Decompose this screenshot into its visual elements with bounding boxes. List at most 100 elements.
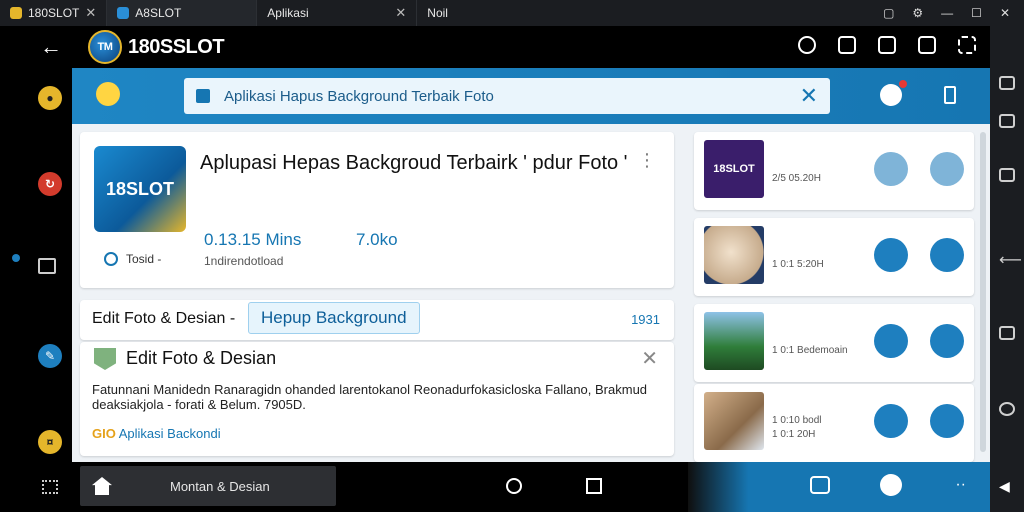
back-arrow-icon[interactable]: ← xyxy=(40,34,62,60)
detail-card: Edit Foto & Desian ✕ Fatunnani Manidedn … xyxy=(80,342,674,456)
bottom-nav: Montan & Desian ·· xyxy=(72,462,990,512)
edit-row-label: Edit Foto & Desian - xyxy=(92,310,236,327)
rail-compass-icon[interactable]: ✎ xyxy=(38,344,62,368)
side-meta: 1 0:10 bodl 1 0:1 20H xyxy=(772,414,822,442)
detail-body: Fatunnani Manidedn Ranaragidn ohanded la… xyxy=(92,382,648,412)
tag-text: Aplikasi Backondi xyxy=(118,426,221,441)
side-meta-line: 1 0:10 bodl xyxy=(772,415,822,426)
camera-icon[interactable] xyxy=(810,476,830,494)
side-meta-line: 2/5 05.20H xyxy=(772,173,821,184)
diamond-icon[interactable] xyxy=(944,86,956,104)
app-icon xyxy=(10,7,22,19)
rail-record-icon[interactable]: ↻ xyxy=(38,172,62,196)
window-button[interactable] xyxy=(930,238,964,272)
settings-icon[interactable]: ⚙ xyxy=(912,6,923,20)
home-button[interactable]: Montan & Desian xyxy=(80,466,336,506)
rotate-icon[interactable] xyxy=(506,478,522,494)
user-icon[interactable] xyxy=(880,474,902,496)
square-icon[interactable] xyxy=(586,478,602,494)
more-icon[interactable]: ·· xyxy=(955,476,966,494)
tab-a8slot[interactable]: A8SLOT xyxy=(107,0,258,26)
size-stat: 7.0ko xyxy=(356,230,398,249)
home-icon xyxy=(92,477,112,495)
side-item[interactable]: 1 0:1 5:20H xyxy=(694,218,974,296)
search-header: Aplikasi Hapus Background Terbaik Foto ✕ xyxy=(72,68,990,124)
scrollbar[interactable] xyxy=(980,132,986,452)
thumb-text: 18SLOT xyxy=(105,178,175,199)
detail-title: Edit Foto & Desian xyxy=(126,348,277,368)
side-item[interactable]: 1 0:10 bodl 1 0:1 20H xyxy=(694,384,974,462)
app-hero-card: 18SLOT Aplupasi Hepas Backgroud Terbairk… xyxy=(80,132,674,288)
more-options-icon[interactable]: ⋮ xyxy=(638,150,656,171)
pin-button[interactable] xyxy=(874,152,908,186)
side-thumb-text: 18SLOT xyxy=(713,163,755,175)
tab-label: A8SLOT xyxy=(135,6,182,20)
right-rail: ⟵ ◀ xyxy=(990,26,1024,512)
left-rail: ● ↻ ✎ ¤ xyxy=(0,68,72,512)
search-label: Tosid - xyxy=(126,252,162,266)
appbar-actions xyxy=(798,36,976,54)
rail-list-icon[interactable] xyxy=(999,168,1015,182)
rail-back-icon[interactable]: ⟵ xyxy=(999,250,1022,269)
side-thumb xyxy=(704,392,764,450)
side-item[interactable]: 1 0:1 Bedemoain xyxy=(694,304,974,382)
search-input[interactable]: Aplikasi Hapus Background Terbaik Foto ✕ xyxy=(184,78,830,114)
close-detail-icon[interactable]: ✕ xyxy=(641,346,658,371)
window-button[interactable] xyxy=(930,324,964,358)
rail-copy-icon[interactable] xyxy=(999,76,1015,90)
bookmark-icon[interactable] xyxy=(838,36,856,54)
app-thumbnail[interactable]: 18SLOT xyxy=(94,146,186,232)
side-meta-line: 1 0:1 Bedemoain xyxy=(772,345,848,356)
window-button[interactable] xyxy=(930,404,964,438)
gift-icon[interactable] xyxy=(918,36,936,54)
tab-180slot[interactable]: 180SLOT ✕ xyxy=(0,0,108,26)
tag-prefix: GIO xyxy=(92,426,116,441)
app-bar: ← TM 180SSLOT xyxy=(0,26,990,68)
rail-play-icon[interactable]: ◀ xyxy=(999,478,1015,494)
user-add-button[interactable] xyxy=(874,324,908,358)
app-logo[interactable]: TM 180SSLOT xyxy=(88,30,225,64)
rail-settings-icon[interactable] xyxy=(999,402,1015,416)
duration-stat: 0.13.15 Mins xyxy=(204,230,302,249)
hero-search-link[interactable]: Tosid - xyxy=(104,252,161,266)
notification-dot xyxy=(899,80,907,88)
window-button[interactable] xyxy=(930,152,964,186)
side-meta: 1 0:1 5:20H xyxy=(772,258,824,272)
rail-folder-icon[interactable] xyxy=(999,114,1015,128)
fullscreen-icon[interactable] xyxy=(958,36,976,54)
bag-icon xyxy=(196,89,210,103)
user-notification-icon[interactable] xyxy=(880,80,907,106)
tab-label: 180SLOT xyxy=(28,6,80,20)
profile-avatar[interactable] xyxy=(96,82,120,106)
detail-tag[interactable]: GIO Aplikasi Backondi xyxy=(92,426,221,441)
close-icon[interactable]: ✕ xyxy=(1000,6,1010,20)
side-meta: 2/5 05.20H xyxy=(772,172,821,186)
side-meta: 1 0:1 Bedemoain xyxy=(772,344,848,358)
home-label: Montan & Desian xyxy=(170,478,270,494)
rail-screen-icon[interactable] xyxy=(999,326,1015,340)
background-chip[interactable]: Hepup Background xyxy=(248,302,420,334)
close-tab-icon[interactable]: ✕ xyxy=(395,5,406,21)
share-icon[interactable] xyxy=(878,36,896,54)
window-icon[interactable]: ▢ xyxy=(883,6,894,20)
minimize-icon[interactable]: — xyxy=(941,6,953,20)
tab-noil[interactable]: Noil xyxy=(417,0,458,26)
tab-aplikasi[interactable]: Aplikasi ✕ xyxy=(257,0,418,26)
user-add-button[interactable] xyxy=(874,238,908,272)
side-item[interactable]: 18SLOT 2/5 05.20H xyxy=(694,132,974,210)
search-icon xyxy=(104,252,118,266)
side-thumb xyxy=(704,226,764,284)
rail-grid-icon[interactable] xyxy=(42,480,58,494)
download-label: 1ndirendotload xyxy=(204,254,284,268)
app-icon xyxy=(117,7,130,19)
shield-icon xyxy=(94,348,116,370)
rail-gold-icon[interactable]: ● xyxy=(38,86,62,110)
user-add-button[interactable] xyxy=(874,404,908,438)
rail-dot xyxy=(12,254,20,262)
rail-map-icon[interactable] xyxy=(38,258,56,274)
close-tab-icon[interactable]: ✕ xyxy=(85,5,96,21)
clear-search-icon[interactable]: ✕ xyxy=(800,83,818,109)
zoom-icon[interactable] xyxy=(798,36,816,54)
rail-coin-icon[interactable]: ¤ xyxy=(38,430,62,454)
maximize-icon[interactable]: ☐ xyxy=(971,6,982,20)
